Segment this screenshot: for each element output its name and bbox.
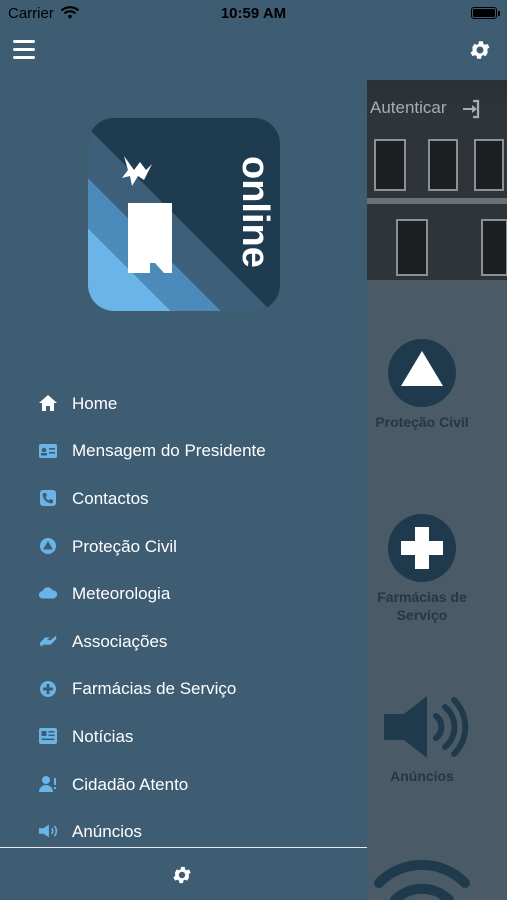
menu-item-label: Proteção Civil: [72, 536, 177, 556]
home-icon: [38, 393, 58, 413]
menu-item-meteorologia[interactable]: Meteorologia: [0, 570, 367, 618]
menu-item-mensagem[interactable]: Mensagem do Presidente: [0, 428, 367, 476]
menu-item-label: Meteorologia: [72, 584, 171, 604]
menu-item-associacoes[interactable]: Associações: [0, 618, 367, 666]
tile-protecao-civil[interactable]: Proteção Civil: [367, 338, 477, 431]
speaker-icon: [384, 696, 469, 758]
id-card-icon: [38, 441, 58, 461]
menu-item-farmacias[interactable]: Farmácias de Serviço: [0, 666, 367, 714]
phone-icon: [38, 488, 58, 508]
menu-item-contactos[interactable]: Contactos: [0, 475, 367, 523]
user-alert-icon: [38, 774, 58, 794]
home-background: Autenticar Proteção Civil Farmácias de S…: [367, 80, 507, 900]
plus-circle-icon: [38, 679, 58, 699]
tile-farmacias[interactable]: Farmácias de Serviço: [367, 513, 477, 624]
menu-item-protecao-civil[interactable]: Proteção Civil: [0, 523, 367, 571]
menu-item-label: Home: [72, 393, 118, 413]
tile-label-line1: Farmácias de: [377, 589, 467, 605]
login-label: Autenticar: [370, 98, 447, 117]
menu-item-label: Mensagem do Presidente: [72, 441, 266, 461]
settings-gear-icon[interactable]: [171, 864, 193, 886]
app-logo: online: [88, 118, 280, 311]
menu-list: Home Mensagem do Presidente Contactos Pr…: [0, 380, 367, 856]
sign-in-icon: [463, 99, 480, 119]
menu-item-noticias[interactable]: Notícias: [0, 713, 367, 761]
navigation-drawer: online Home Mensagem do Presidente Conta…: [0, 80, 367, 900]
civil-protection-icon: [38, 536, 58, 556]
hamburger-menu-icon[interactable]: [13, 40, 35, 60]
tile-wifi[interactable]: [367, 848, 477, 900]
tile-anuncios[interactable]: Anúncios: [367, 692, 477, 785]
battery-icon: [471, 7, 500, 19]
drawer-footer: [0, 847, 367, 900]
tile-label: Anúncios: [390, 768, 454, 784]
tile-label-line2: Serviço: [396, 607, 448, 623]
menu-item-label: Associações: [72, 631, 168, 651]
menu-item-label: Notícias: [72, 726, 134, 746]
menu-item-home[interactable]: Home: [0, 380, 367, 428]
settings-gear-icon[interactable]: [468, 38, 492, 62]
logo-text: online: [234, 156, 276, 268]
handshake-icon: [38, 631, 58, 651]
cloud-icon: [38, 583, 58, 603]
menu-item-cidadao-atento[interactable]: Cidadão Atento: [0, 761, 367, 809]
wifi-icon: [374, 859, 470, 900]
pharmacy-cross-icon: [388, 514, 456, 582]
civil-protection-icon: [388, 339, 456, 407]
status-time: 10:59 AM: [220, 5, 287, 22]
menu-item-label: Farmácias de Serviço: [72, 679, 237, 699]
login-button[interactable]: Autenticar: [367, 98, 507, 120]
status-bar: Carrier 10:59 AM: [0, 0, 507, 28]
tile-label: Proteção Civil: [375, 414, 469, 430]
megaphone-icon: [38, 821, 58, 841]
menu-item-label: Contactos: [72, 488, 149, 508]
newspaper-icon: [38, 726, 58, 746]
menu-item-label: Anúncios: [72, 822, 142, 842]
menu-item-label: Cidadão Atento: [72, 774, 189, 794]
